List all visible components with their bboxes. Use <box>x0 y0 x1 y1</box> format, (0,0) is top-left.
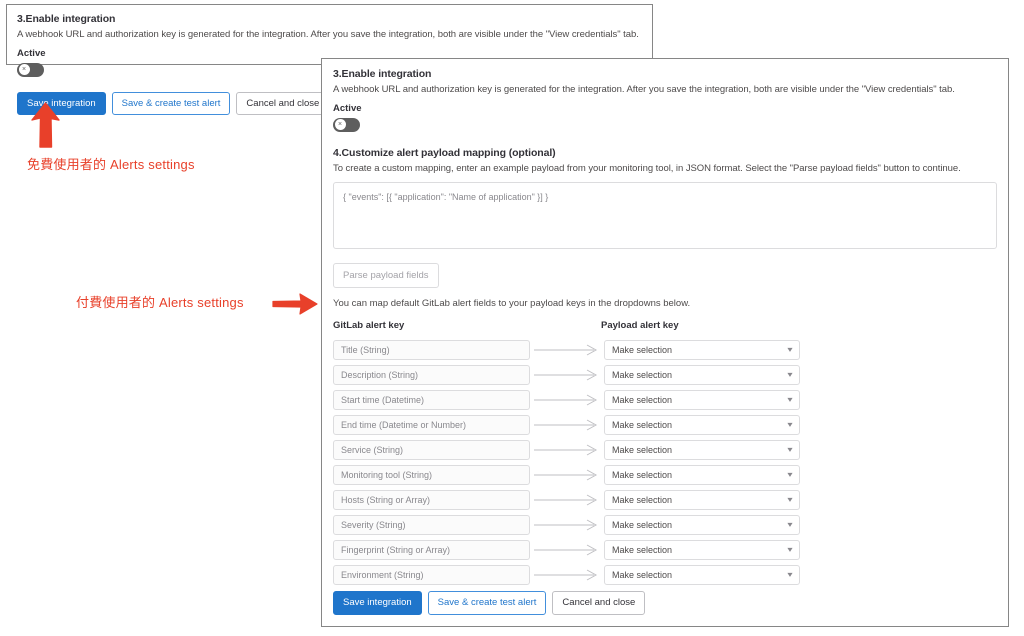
gitlab-alert-key-field: Start time (Datetime) <box>333 390 530 411</box>
payload-alert-key-select[interactable]: Make selection ▾ <box>604 515 800 536</box>
gitlab-alert-key-field: Monitoring tool (String) <box>333 465 530 486</box>
payload-select-value: Make selection <box>612 395 673 406</box>
mapping-row: Fingerprint (String or Array) Make select… <box>333 540 997 561</box>
free-save-create-test-alert-button[interactable]: Save & create test alert <box>111 91 231 116</box>
mapping-arrow-icon <box>530 340 604 360</box>
paid-step3-heading: 3.Enable integration <box>333 68 432 80</box>
gitlab-alert-key-header: GitLab alert key <box>333 319 405 331</box>
paid-step4-heading: 4.Customize alert payload mapping (optio… <box>333 146 556 159</box>
toggle-off-icon: × <box>334 119 346 131</box>
paid-user-alerts-panel: 3.Enable integration A webhook URL and a… <box>321 58 1009 627</box>
chevron-down-icon: ▾ <box>787 495 793 505</box>
mapping-arrow-icon <box>530 365 604 385</box>
paid-active-toggle[interactable]: × <box>333 117 360 132</box>
mapping-row: Title (String) Make selection ▾ <box>333 340 997 361</box>
mapping-row: Severity (String) Make selection ▾ <box>333 515 997 536</box>
gitlab-alert-key-field: Service (String) <box>333 440 530 461</box>
payload-alert-key-select[interactable]: Make selection ▾ <box>604 340 800 361</box>
mapping-helper-text: You can map default GitLab alert fields … <box>333 298 691 310</box>
mapping-rows-container: Title (String) Make selection ▾ Description… <box>333 340 997 586</box>
payload-select-value: Make selection <box>612 345 673 356</box>
mapping-row: Service (String) Make selection ▾ <box>333 440 997 461</box>
mapping-arrow-icon <box>530 440 604 460</box>
payload-select-value: Make selection <box>612 445 673 456</box>
payload-select-value: Make selection <box>612 520 673 531</box>
toggle-off-icon: × <box>18 64 30 76</box>
chevron-down-icon: ▾ <box>787 370 793 380</box>
mapping-row: Description (String) Make selection ▾ <box>333 365 997 386</box>
chevron-down-icon: ▾ <box>787 570 793 580</box>
paid-cancel-and-close-button[interactable]: Cancel and close <box>552 591 646 615</box>
mapping-row: Monitoring tool (String) Make selection ▾ <box>333 465 997 486</box>
parse-payload-fields-button[interactable]: Parse payload fields <box>333 263 439 289</box>
gitlab-alert-key-field: Title (String) <box>333 340 530 361</box>
mapping-arrow-icon <box>530 540 604 560</box>
payload-select-value: Make selection <box>612 370 673 381</box>
chevron-down-icon: ▾ <box>787 520 793 530</box>
gitlab-alert-key-field: Severity (String) <box>333 515 530 536</box>
gitlab-alert-key-field: Description (String) <box>333 365 530 386</box>
payload-select-value: Make selection <box>612 545 673 556</box>
chevron-down-icon: ▾ <box>787 545 793 555</box>
chevron-down-icon: ▾ <box>787 470 793 480</box>
payload-alert-key-select[interactable]: Make selection ▾ <box>604 415 800 436</box>
annotation-arrow-up-icon <box>26 101 66 154</box>
paid-step3-description: A webhook URL and authorization key is g… <box>333 84 955 96</box>
mapping-row: Environment (String) Make selection ▾ <box>333 565 997 586</box>
paid-save-create-test-alert-button[interactable]: Save & create test alert <box>427 591 547 615</box>
mapping-table-header: GitLab alert key Payload alert key <box>333 320 997 334</box>
mapping-arrow-icon <box>530 390 604 410</box>
mapping-arrow-icon <box>530 490 604 510</box>
payload-alert-key-select[interactable]: Make selection ▾ <box>604 490 800 511</box>
gitlab-alert-key-field: End time (Datetime or Number) <box>333 415 530 436</box>
mapping-row: Start time (Datetime) Make selection ▾ <box>333 390 997 411</box>
payload-alert-key-select[interactable]: Make selection ▾ <box>604 440 800 461</box>
mapping-row: Hosts (String or Array) Make selection ▾ <box>333 490 997 511</box>
annotation-paid-user-label: 付費使用者的 Alerts settings <box>76 295 244 310</box>
paid-active-label: Active <box>333 103 362 115</box>
payload-select-value: Make selection <box>612 420 673 431</box>
paid-save-integration-button[interactable]: Save integration <box>333 591 422 615</box>
gitlab-alert-key-field: Environment (String) <box>333 565 530 586</box>
mapping-arrow-icon <box>530 415 604 435</box>
paid-step4-description: To create a custom mapping, enter an exa… <box>333 162 961 174</box>
payload-alert-key-header: Payload alert key <box>601 319 679 331</box>
chevron-down-icon: ▾ <box>787 345 793 355</box>
payload-select-value: Make selection <box>612 495 673 506</box>
free-cancel-and-close-button[interactable]: Cancel and close <box>236 91 330 116</box>
mapping-arrow-icon <box>530 565 604 585</box>
mapping-row: End time (Datetime or Number) Make select… <box>333 415 997 436</box>
chevron-down-icon: ▾ <box>787 420 793 430</box>
example-payload-textarea[interactable] <box>333 182 997 250</box>
annotation-free-user-label: 免費使用者的 Alerts settings <box>27 157 195 172</box>
free-user-alerts-panel: 3.Enable integration A webhook URL and a… <box>6 4 653 116</box>
payload-select-value: Make selection <box>612 470 673 481</box>
paid-button-row: Save integration Save & create test aler… <box>333 591 997 615</box>
payload-alert-key-select[interactable]: Make selection ▾ <box>604 540 800 561</box>
mapping-arrow-icon <box>530 515 604 535</box>
payload-alert-key-select[interactable]: Make selection ▾ <box>604 465 800 486</box>
free-step3-description: A webhook URL and authorization key is g… <box>17 29 639 41</box>
free-step3-heading: 3.Enable integration <box>17 13 116 25</box>
gitlab-alert-key-field: Hosts (String or Array) <box>333 490 530 511</box>
mapping-arrow-icon <box>530 465 604 485</box>
payload-alert-key-select[interactable]: Make selection ▾ <box>604 390 800 411</box>
chevron-down-icon: ▾ <box>787 395 793 405</box>
free-active-toggle[interactable]: × <box>17 62 44 77</box>
payload-alert-key-select[interactable]: Make selection ▾ <box>604 565 800 586</box>
chevron-down-icon: ▾ <box>787 445 793 455</box>
payload-alert-key-select[interactable]: Make selection ▾ <box>604 365 800 386</box>
payload-select-value: Make selection <box>612 570 673 581</box>
annotation-arrow-right-icon <box>271 291 319 322</box>
gitlab-alert-key-field: Fingerprint (String or Array) <box>333 540 530 561</box>
